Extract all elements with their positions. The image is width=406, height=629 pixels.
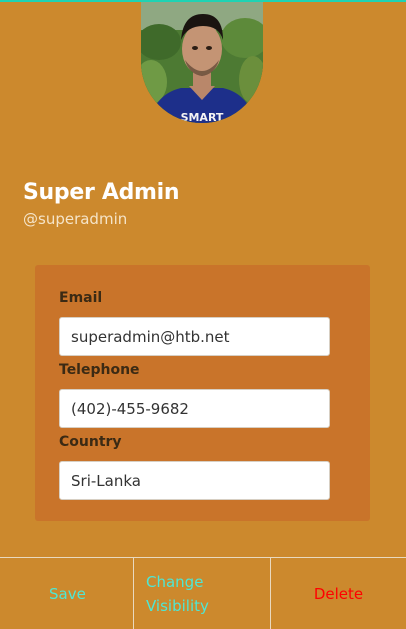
country-field[interactable] <box>59 461 330 500</box>
email-label: Email <box>59 290 103 306</box>
profile-handle: @superadmin <box>23 210 128 228</box>
telephone-field[interactable] <box>59 389 330 428</box>
avatar: SMART <box>141 2 263 123</box>
avatar-photo: SMART <box>141 2 263 123</box>
save-button-label: Save <box>49 584 86 603</box>
country-label: Country <box>59 434 122 450</box>
change-visibility-button-label: Change Visibility <box>146 572 209 615</box>
profile-name: Super Admin <box>23 180 180 205</box>
email-field[interactable] <box>59 317 330 356</box>
contact-info-card: Email Telephone Country <box>35 265 370 521</box>
telephone-label: Telephone <box>59 362 140 378</box>
delete-button-label: Delete <box>313 584 364 603</box>
avatar-shirt-text: SMART <box>181 111 224 123</box>
action-bar: Save Change Visibility Delete <box>0 557 406 629</box>
delete-button[interactable]: Delete <box>271 558 406 629</box>
save-button[interactable]: Save <box>0 558 134 629</box>
change-visibility-button[interactable]: Change Visibility <box>134 558 271 629</box>
